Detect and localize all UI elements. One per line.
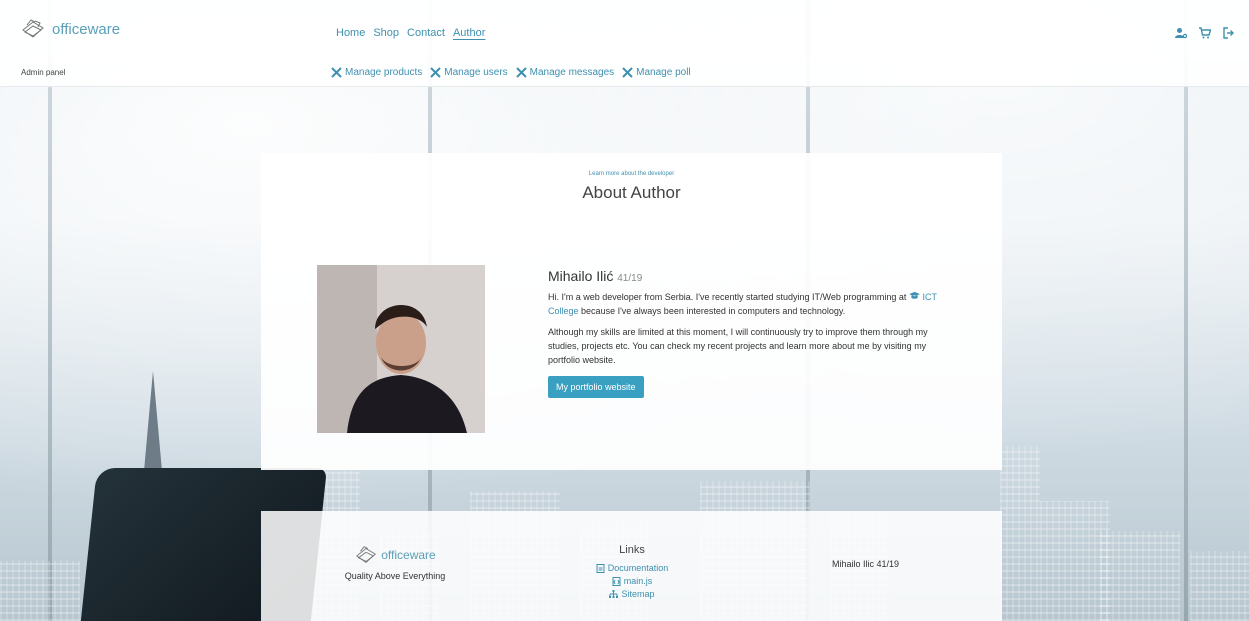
header-icons xyxy=(1175,27,1235,39)
sitemap-icon xyxy=(609,590,619,598)
nav-shop[interactable]: Shop xyxy=(373,27,399,39)
mainjs-link[interactable]: main.js xyxy=(591,575,673,588)
footer-brand-name: officeware xyxy=(381,548,436,562)
admin-nav: Manage products Manage users Manage mess… xyxy=(331,67,691,78)
officeware-logo-icon xyxy=(356,546,377,563)
brand-link[interactable]: officeware xyxy=(20,16,120,42)
officeware-logo-icon xyxy=(22,19,44,38)
portfolio-button[interactable]: My portfolio website xyxy=(548,376,644,398)
about-author-card: Learn more about the developer About Aut… xyxy=(261,153,1002,470)
logout-icon[interactable] xyxy=(1223,27,1235,39)
nav-author[interactable]: Author xyxy=(453,27,485,39)
manage-messages-link[interactable]: Manage messages xyxy=(515,67,614,78)
author-bio: Mihailo Ilić 41/19 Hi. I'm a web develop… xyxy=(548,268,948,398)
top-navbar: officeware Home Shop Contact Author xyxy=(0,0,1249,63)
documentation-link[interactable]: Documentation xyxy=(591,562,673,575)
admin-panel-label: Admin panel xyxy=(21,68,66,77)
links-heading: Links xyxy=(619,544,645,556)
author-photo xyxy=(317,265,485,433)
author-name: Mihailo Ilić 41/19 xyxy=(548,268,643,284)
bio-paragraph-1: Hi. I'm a web developer from Serbia. I'v… xyxy=(548,291,937,316)
brand-name: officeware xyxy=(52,20,121,38)
author-index: 41/19 xyxy=(617,273,643,284)
tools-icon xyxy=(331,67,342,78)
section-eyebrow: Learn more about the developer xyxy=(588,171,675,177)
file-pdf-icon xyxy=(596,564,605,573)
tools-icon xyxy=(430,67,441,78)
manage-products-link[interactable]: Manage products xyxy=(331,67,422,78)
footer: officeware Quality Above Everything Link… xyxy=(261,511,1002,621)
tagline: Quality Above Everything xyxy=(344,571,446,581)
main-nav: Home Shop Contact Author xyxy=(336,27,485,39)
page-title: About Author xyxy=(582,183,681,202)
footer-brand: officeware Quality Above Everything xyxy=(335,543,455,581)
tools-icon xyxy=(515,67,527,78)
manage-poll-link[interactable]: Manage poll xyxy=(622,67,691,78)
nav-home[interactable]: Home xyxy=(336,27,365,39)
admin-bar: Admin panel Manage products Manage users… xyxy=(0,62,1249,87)
sitemap-link[interactable]: Sitemap xyxy=(591,588,673,601)
nav-contact[interactable]: Contact xyxy=(407,27,445,39)
bio-paragraph-2: Although my skills are limited at this m… xyxy=(548,327,928,365)
manage-users-link[interactable]: Manage users xyxy=(430,67,508,78)
graduation-cap-icon xyxy=(909,291,920,299)
cart-icon[interactable] xyxy=(1199,27,1211,39)
file-code-icon xyxy=(612,577,621,586)
user-gear-icon[interactable] xyxy=(1175,27,1187,39)
footer-links: Links Documentation main.js Sitemap xyxy=(591,544,673,601)
footer-credit: Mihailo Ilic 41/19 xyxy=(832,559,900,569)
tools-icon xyxy=(622,67,633,78)
